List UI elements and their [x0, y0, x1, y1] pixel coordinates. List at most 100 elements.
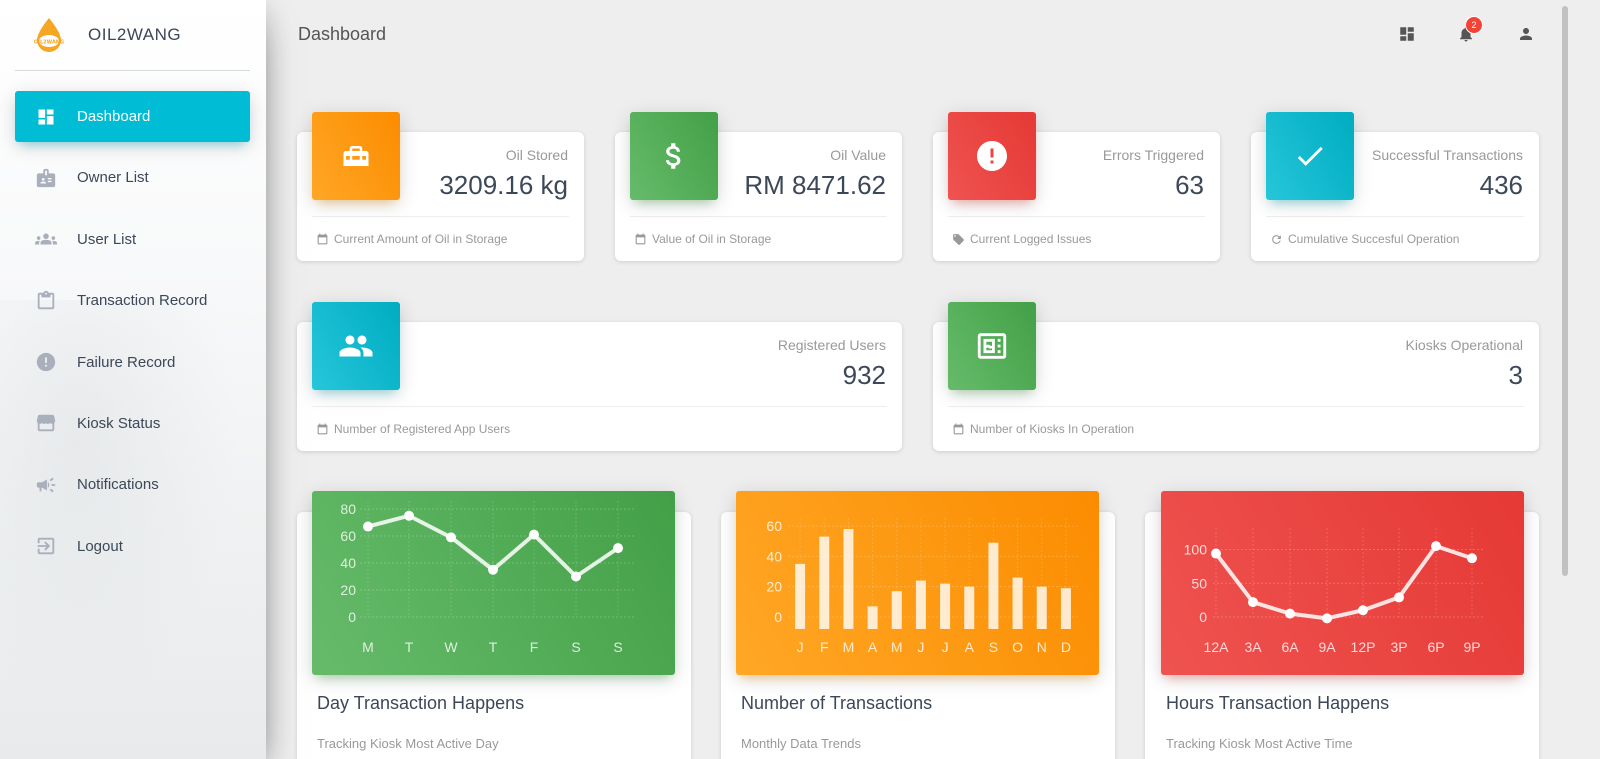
stat-category: Successful Transactions — [1372, 147, 1523, 163]
x-tick-label: 9A — [1318, 639, 1336, 655]
day-transaction-chart: 0 20 40 60 80 M T W T F S S — [312, 491, 675, 675]
sidebar-item-label: Notifications — [77, 476, 159, 494]
data-point — [1431, 541, 1441, 552]
x-tick-label: 3A — [1244, 639, 1262, 655]
chart-title: Hours Transaction Happens — [1166, 693, 1390, 713]
chart-subtitle: Monthly Data Trends — [741, 736, 861, 751]
dashboard-icon — [34, 105, 58, 129]
sidebar-item-logout[interactable]: Logout — [15, 521, 250, 572]
x-tick-label: M — [843, 639, 855, 655]
y-tick-label: 0 — [774, 609, 782, 625]
sidebar: OIL2WANG OIL2WANG Dashboard Owner List U… — [0, 0, 266, 759]
hourly-transaction-chart-svg: 0 50 100 12A 3A 6A 9A 12P 3P 6P 9P — [1184, 528, 1483, 655]
dollar-icon — [630, 112, 718, 200]
brand[interactable]: OIL2WANG OIL2WANG — [15, 0, 250, 71]
sidebar-nav: Dashboard Owner List User List Transacti… — [15, 91, 250, 582]
store-icon — [34, 411, 58, 435]
sidebar-item-label: Logout — [77, 537, 123, 555]
bar — [1012, 577, 1023, 629]
data-point — [404, 510, 414, 521]
bar — [988, 542, 999, 629]
x-tick-label: W — [444, 639, 458, 655]
data-point — [446, 532, 456, 543]
check-icon — [1266, 112, 1354, 200]
y-tick-label: 20 — [340, 582, 356, 598]
bar — [1060, 588, 1071, 629]
x-tick-label: S — [989, 639, 998, 655]
refresh-icon — [1270, 233, 1283, 246]
calendar-icon — [952, 423, 965, 436]
x-tick-label: F — [530, 639, 539, 655]
x-tick-label: J — [942, 639, 949, 655]
divider — [1266, 216, 1524, 217]
divider — [948, 216, 1205, 217]
clipboard-icon — [34, 289, 58, 313]
x-tick-label: O — [1012, 639, 1023, 655]
data-point — [1248, 597, 1258, 608]
dashboard-icon[interactable] — [1397, 24, 1417, 44]
people-icon — [312, 302, 400, 390]
y-tick-label: 100 — [1184, 542, 1208, 558]
bar — [867, 606, 878, 629]
sidebar-item-owner-list[interactable]: Owner List — [15, 152, 250, 203]
hourly-transaction-chart: 0 50 100 12A 3A 6A 9A 12P 3P 6P 9P — [1161, 491, 1524, 675]
megaphone-icon — [34, 473, 58, 497]
bar — [940, 583, 951, 629]
oil-drop-logo: OIL2WANG — [34, 18, 64, 52]
sidebar-item-failure-record[interactable]: Failure Record — [15, 337, 250, 388]
sidebar-item-label: User List — [77, 230, 137, 248]
stat-value: 63 — [1175, 170, 1204, 200]
x-tick-label: 6P — [1427, 639, 1444, 655]
stat-value: RM 8471.62 — [744, 170, 886, 200]
notification-badge: 2 — [1465, 16, 1483, 34]
sidebar-item-user-list[interactable]: User List — [15, 214, 250, 265]
series-line — [1214, 544, 1473, 621]
y-tick-label: 60 — [340, 528, 356, 544]
stat-footer: Number of Registered App Users — [316, 422, 510, 436]
chart-title: Day Transaction Happens — [317, 693, 525, 713]
x-tick-label: 6A — [1281, 639, 1299, 655]
stat-category: Oil Stored — [505, 147, 568, 163]
x-tick-label: T — [405, 639, 414, 655]
sidebar-item-label: Dashboard — [77, 108, 151, 125]
person-icon[interactable] — [1516, 24, 1536, 44]
y-tick-label: 80 — [340, 501, 356, 517]
y-tick-label: 40 — [766, 548, 782, 564]
stat-category: Registered Users — [777, 337, 886, 353]
sidebar-item-label: Transaction Record — [77, 292, 208, 310]
stat-value: 3 — [1508, 360, 1523, 390]
y-tick-label: 50 — [1191, 575, 1207, 591]
y-tick-label: 40 — [340, 555, 356, 571]
stat-footer-text: Current Logged Issues — [970, 232, 1092, 246]
data-point — [1211, 548, 1221, 559]
x-tick-label: 12P — [1351, 639, 1376, 655]
logout-icon — [34, 534, 58, 558]
sidebar-item-label: Owner List — [77, 169, 149, 187]
page-title[interactable]: Dashboard — [298, 24, 386, 45]
sidebar-item-notifications[interactable]: Notifications — [15, 459, 250, 510]
stat-category: Kiosks Operational — [1405, 337, 1523, 353]
chart-subtitle: Tracking Kiosk Most Active Time — [1166, 736, 1353, 751]
y-tick-label: 0 — [348, 609, 356, 625]
x-tick-label: M — [891, 639, 903, 655]
badge-icon — [34, 166, 58, 190]
data-point — [1358, 605, 1368, 616]
scrollbar-thumb[interactable] — [1562, 6, 1568, 576]
stat-footer-text: Current Amount of Oil in Storage — [334, 232, 508, 246]
bar — [795, 563, 806, 629]
day-transaction-chart-svg: 0 20 40 60 80 M T W T F S S — [340, 501, 634, 655]
sidebar-item-transaction-record[interactable]: Transaction Record — [15, 275, 250, 326]
sidebar-item-dashboard[interactable]: Dashboard — [15, 91, 250, 142]
data-point — [1467, 553, 1477, 564]
kiosk-icon — [948, 302, 1036, 390]
toolbox-icon — [312, 112, 400, 200]
bar — [915, 580, 926, 629]
x-tick-label: J — [797, 639, 804, 655]
x-tick-label: A — [965, 639, 975, 655]
x-tick-label: M — [362, 639, 374, 655]
stat-footer-text: Cumulative Succesful Operation — [1288, 232, 1460, 246]
sidebar-item-label: Failure Record — [77, 353, 176, 371]
sidebar-item-kiosk-status[interactable]: Kiosk Status — [15, 398, 250, 449]
data-point — [488, 564, 498, 575]
x-tick-label: 3P — [1390, 639, 1407, 655]
